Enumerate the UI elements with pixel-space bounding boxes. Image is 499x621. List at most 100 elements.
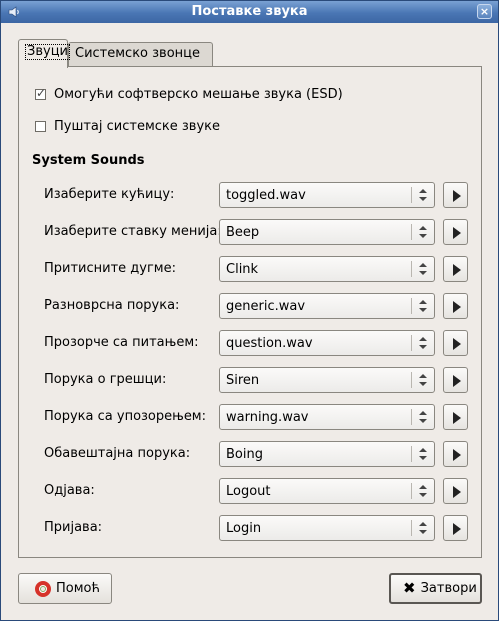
sound-label: Одјава:	[44, 483, 95, 498]
sound-select-value: toggled.wav	[226, 188, 306, 203]
sound-select-value: warning.wav	[226, 410, 309, 425]
sounds-panel: ✓ Омогући софтверско мешање звука (ESD) …	[18, 66, 482, 558]
sound-select-value: Clink	[226, 262, 259, 277]
sound-select[interactable]: Beep	[219, 219, 435, 245]
updown-arrows-icon	[418, 297, 428, 315]
sound-select-value: Login	[226, 521, 262, 536]
tab-sounds-label: Звуци	[25, 44, 70, 60]
play-button[interactable]	[443, 256, 468, 282]
play-icon	[453, 227, 461, 239]
tab-system-beep-label: Системско звонце	[75, 46, 201, 61]
updown-arrows-icon	[418, 260, 428, 278]
updown-arrows-icon	[418, 408, 428, 426]
updown-arrows-icon	[418, 519, 428, 537]
sound-label: Прозорче са питањем:	[44, 335, 199, 350]
sound-row: Одјава: Logout	[44, 478, 474, 504]
sound-label: Разноврсна порука:	[44, 298, 180, 313]
updown-arrows-icon	[418, 371, 428, 389]
updown-arrows-icon	[418, 482, 428, 500]
sound-row: Пријава: Login	[44, 515, 474, 541]
sound-row: Изаберите кућицу: toggled.wav	[44, 182, 474, 208]
sound-select[interactable]: Boing	[219, 441, 435, 467]
window-close-button[interactable]: ×	[477, 4, 492, 19]
sound-select[interactable]: Siren	[219, 367, 435, 393]
system-sounds-checkbox-label: Пуштај системске звуке	[54, 119, 221, 134]
tab-system-beep[interactable]: Системско звонце	[68, 42, 213, 66]
combo-separator	[411, 298, 412, 314]
sound-row: Порука о грешци: Siren	[44, 367, 474, 393]
play-button[interactable]	[443, 219, 468, 245]
sound-select[interactable]: question.wav	[219, 330, 435, 356]
system-sounds-checkbox[interactable]	[35, 121, 46, 132]
sound-label: Изаберите ставку менија:	[44, 224, 222, 239]
sound-select-value: question.wav	[226, 336, 313, 351]
help-button-label: Помоћ	[56, 581, 100, 596]
section-title-system-sounds: System Sounds	[32, 153, 145, 168]
sound-label: Порука са упозорењем:	[44, 409, 206, 424]
sound-select-value: Logout	[226, 484, 271, 499]
sound-select[interactable]: Clink	[219, 256, 435, 282]
play-button[interactable]	[443, 441, 468, 467]
play-button[interactable]	[443, 293, 468, 319]
lifebuoy-icon	[35, 580, 51, 597]
play-icon	[453, 301, 461, 313]
combo-separator	[411, 261, 412, 277]
esd-checkbox[interactable]: ✓	[35, 86, 47, 100]
title-bar[interactable]: Поставке звука ×	[1, 1, 498, 23]
combo-separator	[411, 446, 412, 462]
play-button[interactable]	[443, 404, 468, 430]
sound-select-value: generic.wav	[226, 299, 306, 314]
play-button[interactable]	[443, 330, 468, 356]
updown-arrows-icon	[418, 223, 428, 241]
combo-separator	[411, 224, 412, 240]
play-icon	[453, 264, 461, 276]
play-icon	[453, 449, 461, 461]
window-title: Поставке звука	[191, 4, 308, 19]
combo-separator	[411, 483, 412, 499]
sound-preferences-window: Поставке звука × Звуци Системско звонце …	[0, 0, 499, 621]
sound-row: Обавештајна порука: Boing	[44, 441, 474, 467]
play-button[interactable]	[443, 367, 468, 393]
sound-row: Изаберите ставку менија: Beep	[44, 219, 474, 245]
play-icon	[453, 523, 461, 535]
combo-separator	[411, 187, 412, 203]
sound-select[interactable]: Logout	[219, 478, 435, 504]
sound-label: Обавештајна порука:	[44, 446, 191, 461]
sound-select[interactable]: generic.wav	[219, 293, 435, 319]
sound-select-value: Siren	[226, 373, 260, 388]
updown-arrows-icon	[418, 186, 428, 204]
close-button[interactable]: ✖ Затвори	[389, 573, 482, 604]
sound-label: Порука о грешци:	[44, 372, 167, 387]
sound-row: Притисните дугме: Clink	[44, 256, 474, 282]
combo-separator	[411, 520, 412, 536]
combo-separator	[411, 409, 412, 425]
esd-checkbox-row[interactable]: ✓ Омогући софтверско мешање звука (ESD)	[35, 86, 343, 102]
play-icon	[453, 190, 461, 202]
combo-separator	[411, 335, 412, 351]
play-button[interactable]	[443, 182, 468, 208]
tab-sounds[interactable]: Звуци	[18, 39, 70, 68]
sound-row: Прозорче са питањем: question.wav	[44, 330, 474, 356]
sound-label: Изаберите кућицу:	[44, 187, 175, 202]
play-icon	[453, 412, 461, 424]
play-button[interactable]	[443, 478, 468, 504]
sound-label: Пријава:	[44, 520, 103, 535]
close-button-label: Затвори	[420, 581, 477, 596]
sound-row: Порука са упозорењем: warning.wav	[44, 404, 474, 430]
play-icon	[453, 338, 461, 350]
sound-select[interactable]: Login	[219, 515, 435, 541]
play-icon	[453, 486, 461, 498]
system-sounds-checkbox-row[interactable]: Пуштај системске звуке	[35, 119, 220, 134]
help-button[interactable]: Помоћ	[18, 573, 112, 604]
play-icon	[453, 375, 461, 387]
sound-row: Разноврсна порука: generic.wav	[44, 293, 474, 319]
updown-arrows-icon	[418, 445, 428, 463]
updown-arrows-icon	[418, 334, 428, 352]
play-button[interactable]	[443, 515, 468, 541]
esd-checkbox-label: Омогући софтверско мешање звука (ESD)	[54, 87, 343, 102]
x-icon: ✖	[403, 579, 416, 597]
combo-separator	[411, 372, 412, 388]
sound-select[interactable]: toggled.wav	[219, 182, 435, 208]
checkmark-icon: ✓	[36, 86, 47, 100]
sound-select[interactable]: warning.wav	[219, 404, 435, 430]
